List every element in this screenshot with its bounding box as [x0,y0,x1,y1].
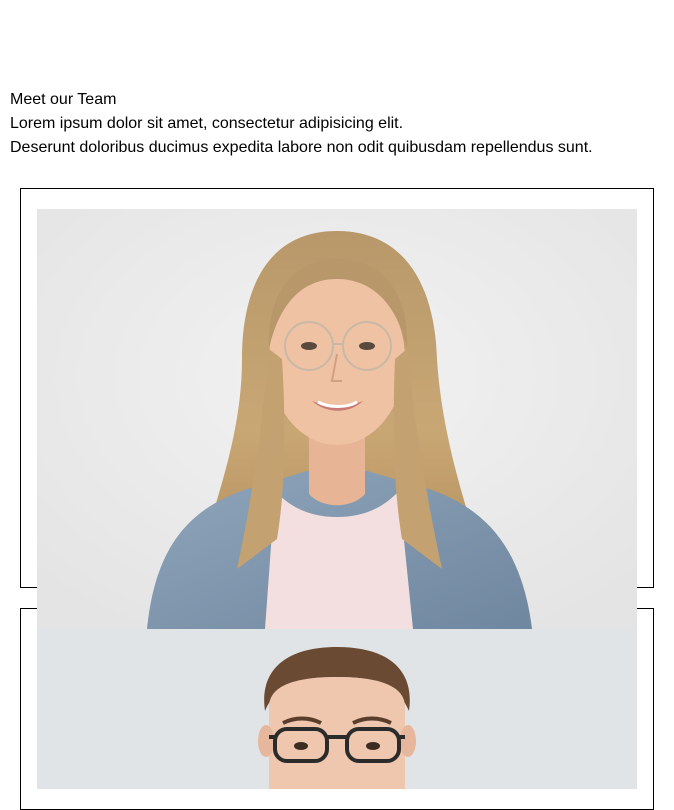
team-heading: Meet our Team [10,91,117,108]
woman-portrait-image [37,209,637,629]
team-member-photo [37,629,637,789]
team-description-line-2: Deserunt doloribus ducimus expedita labo… [10,139,593,156]
man-portrait-image [37,629,637,789]
team-description-line-1: Lorem ipsum dolor sit amet, consectetur … [10,115,404,132]
team-member-photo [37,209,637,629]
team-intro: Meet our Team Lorem ipsum dolor sit amet… [10,88,593,160]
